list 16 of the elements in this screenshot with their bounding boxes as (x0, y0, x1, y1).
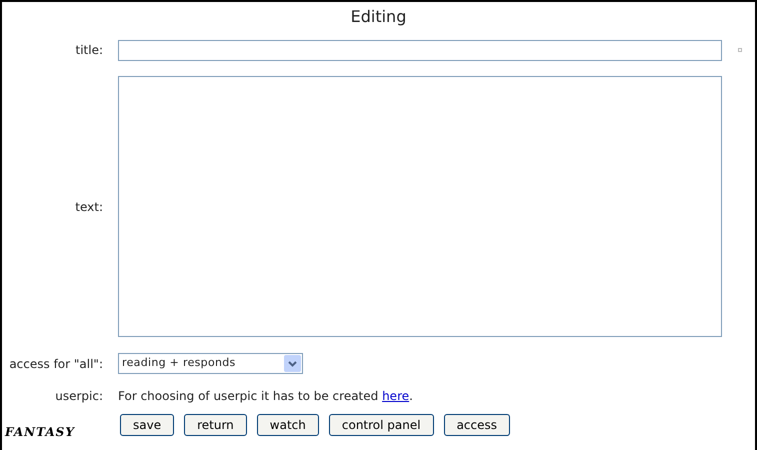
logo: FANTASY (4, 424, 76, 441)
field-label: access for "all": (8, 356, 103, 372)
form-button[interactable]: access (444, 414, 510, 436)
form-button[interactable]: save (120, 414, 174, 436)
field-label: userpic: (54, 388, 103, 405)
form-button[interactable]: control panel (328, 414, 434, 436)
form-button[interactable]: watch (256, 414, 319, 436)
page-heading: Editing (350, 6, 406, 28)
field-label: text: (74, 198, 103, 216)
here-link[interactable]: here (382, 389, 410, 403)
square-icon (738, 48, 742, 52)
field-label: title: (74, 42, 103, 59)
title-input[interactable] (118, 40, 722, 60)
access-select[interactable]: reading + responds (118, 353, 303, 374)
userpic-note: For choosing of userpic it has to be created here. (118, 388, 413, 405)
form-button[interactable]: return (184, 414, 247, 436)
